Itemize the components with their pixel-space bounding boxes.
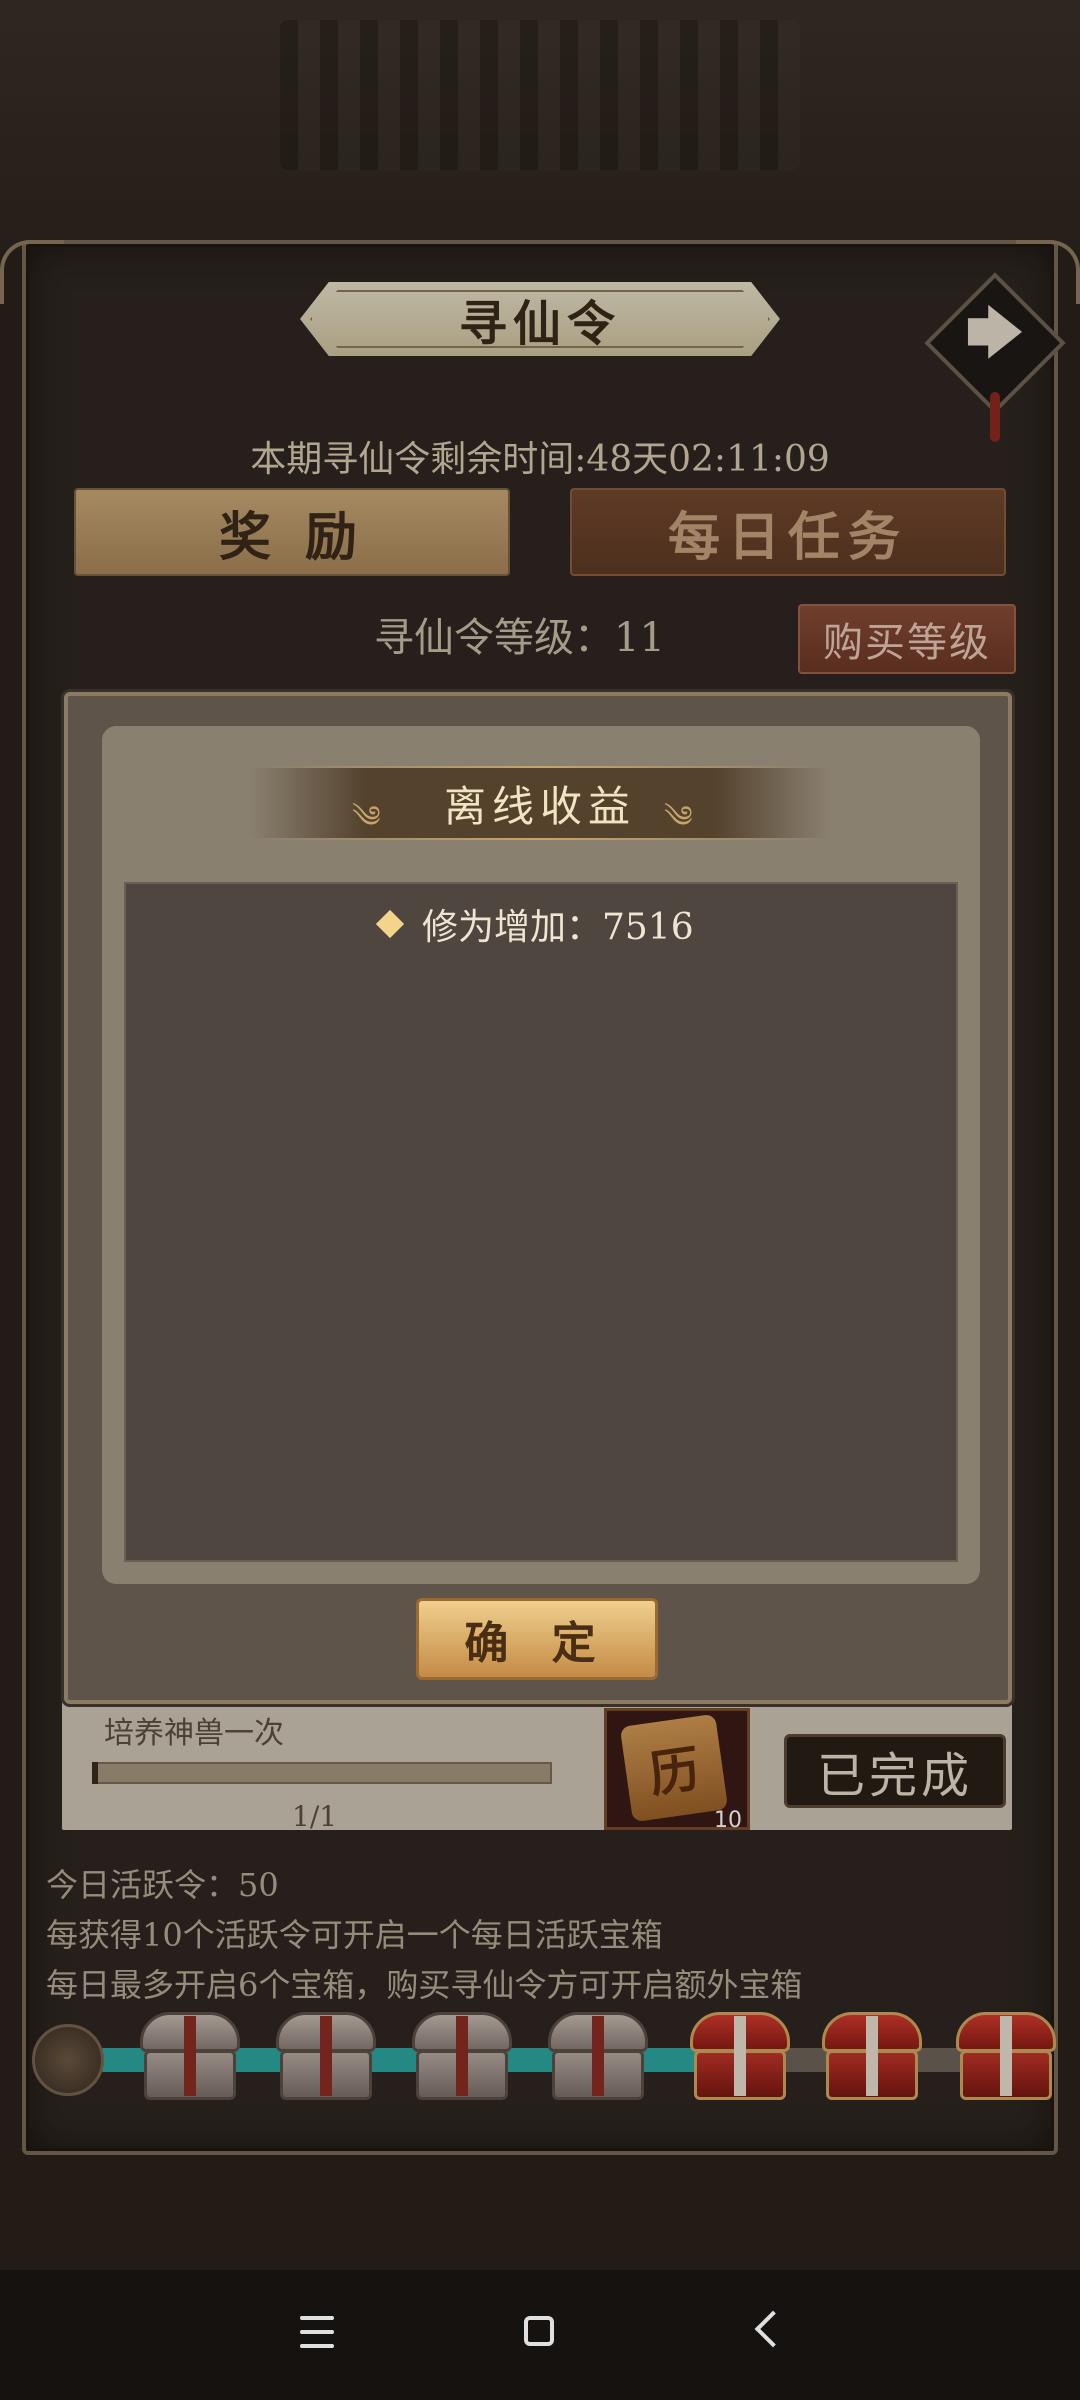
dialog-title: 离线收益 (443, 781, 636, 831)
title-divider-bottom (260, 838, 820, 840)
menu-icon[interactable] (300, 2316, 334, 2348)
confirm-button[interactable]: 确 定 (416, 1598, 658, 1680)
reward-line: 修为增加：7516 (375, 898, 694, 950)
diamond-bullet-icon (375, 909, 405, 939)
dialog-content-area (124, 882, 958, 1562)
home-icon[interactable] (524, 2316, 554, 2346)
reward-line-text: 修为增加：7516 (422, 907, 694, 948)
